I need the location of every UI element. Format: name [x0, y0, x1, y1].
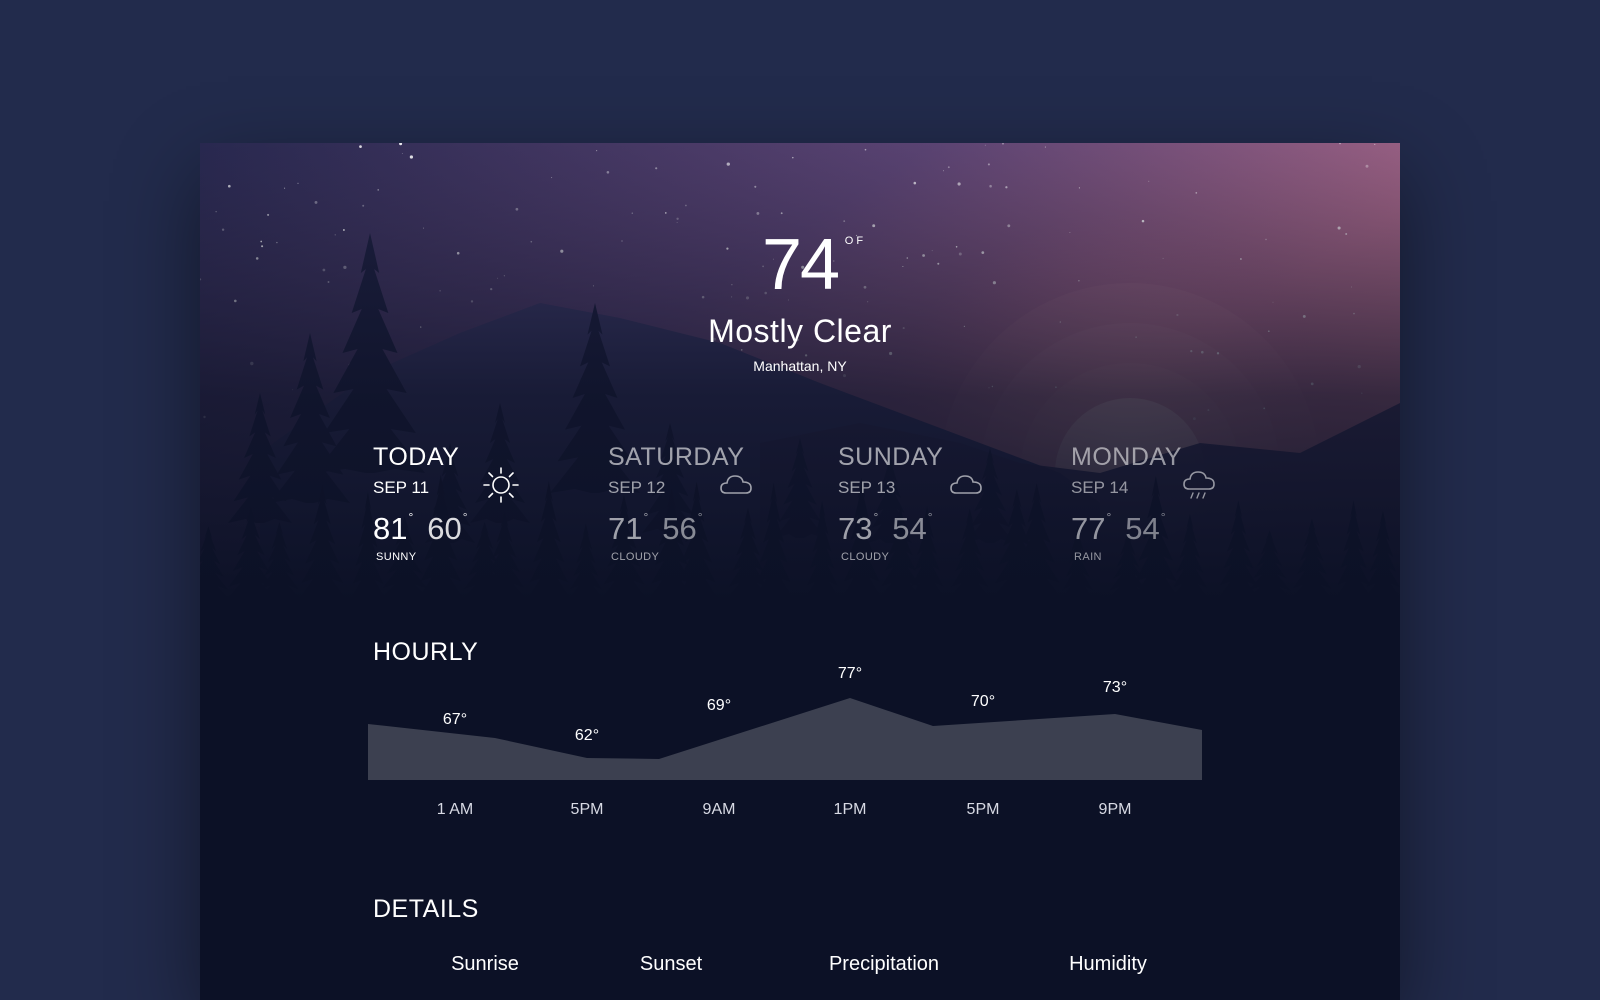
- high-temp: 71°: [608, 510, 649, 546]
- daily-forecast: TODAY SEP 11 81° 60° SUNNY SATURDAY SEP 1…: [200, 443, 1400, 583]
- low-temp: 54°: [1125, 510, 1166, 546]
- weather-card: 74 OF Mostly Clear Manhattan, NY TODAY S…: [200, 143, 1400, 1000]
- detail-precipitation: Precipitation: [828, 953, 940, 975]
- details-title: DETAILS: [373, 895, 479, 923]
- sun-icon: [483, 467, 519, 503]
- current-conditions: 74 OF Mostly Clear Manhattan, NY: [200, 229, 1400, 374]
- high-temp: 73°: [838, 510, 879, 546]
- rain-cloud-icon: [1183, 471, 1215, 499]
- hourly-time-label: 9PM: [1099, 801, 1132, 818]
- current-condition: Mostly Clear: [708, 313, 892, 349]
- hourly-chart: 67° 62° 69° 77° 70° 73° 1 AM 5PM 9AM 1PM 5PM 9PM: [368, 665, 1202, 818]
- hourly-time-label: 9AM: [703, 801, 736, 818]
- hourly-value-label: 62°: [575, 727, 599, 744]
- day-description: CLOUDY: [841, 551, 890, 563]
- low-temp: 54°: [892, 510, 933, 546]
- forecast-day-sunday[interactable]: SUNDAY SEP 13 73° 54° CLOUDY: [838, 443, 1058, 563]
- hourly-value-label: 70°: [971, 693, 995, 710]
- forecast-day-today[interactable]: TODAY SEP 11 81° 60° SUNNY: [373, 443, 593, 563]
- hourly-time-label: 1PM: [834, 801, 867, 818]
- low-temp: 60°: [427, 510, 468, 546]
- day-description: SUNNY: [376, 551, 417, 563]
- hourly-value-label: 73°: [1103, 679, 1127, 696]
- location-label: Manhattan, NY: [753, 358, 847, 374]
- forecast-day-saturday[interactable]: SATURDAY SEP 12 71° 56° CLOUDY: [608, 443, 828, 563]
- cloud-icon: [950, 475, 982, 494]
- hourly-time-label: 5PM: [571, 801, 604, 818]
- day-description: CLOUDY: [611, 551, 660, 563]
- hourly-value-label: 67°: [443, 711, 467, 728]
- hourly-time-label: 5PM: [967, 801, 1000, 818]
- low-temp: 56°: [662, 510, 703, 546]
- forecast-day-monday[interactable]: MONDAY SEP 14 77° 54° RAIN: [1071, 443, 1291, 563]
- detail-humidity: Humidity: [1069, 953, 1147, 975]
- high-temp: 81°: [373, 510, 414, 546]
- hourly-time-label: 1 AM: [437, 801, 473, 818]
- hourly-area: [368, 698, 1202, 780]
- detail-sunrise: Sunrise: [451, 953, 519, 975]
- hourly-value-label: 69°: [707, 697, 731, 714]
- cloud-icon: [720, 475, 752, 494]
- hourly-value-label: 77°: [838, 665, 862, 682]
- day-description: RAIN: [1074, 551, 1102, 563]
- high-temp: 77°: [1071, 510, 1112, 546]
- detail-sunset: Sunset: [639, 953, 703, 975]
- current-temperature: 74: [761, 225, 840, 305]
- temperature-unit: OF: [844, 235, 867, 247]
